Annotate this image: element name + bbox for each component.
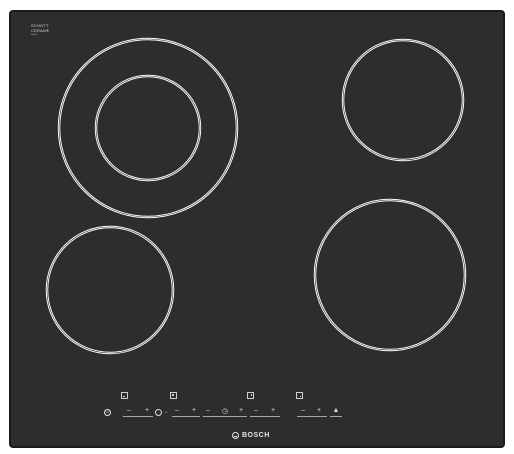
dual-zone-icon: ↔ [163, 409, 169, 415]
zone-indicator-icon [247, 392, 254, 399]
zone-3-plus-button[interactable]: + [268, 407, 278, 414]
zone-front-left-dual [57, 37, 239, 219]
brand-line-3: ▪▪▪▪▪▪ [31, 33, 38, 37]
cooktop-zones [45, 37, 467, 355]
zone-indicator-icon [170, 392, 177, 399]
slider-bar [297, 416, 327, 417]
child-lock-icon[interactable]: ▲ [331, 407, 341, 414]
bosch-logo-icon [232, 432, 239, 439]
zone-top-left-outer-ring [57, 37, 239, 219]
zone-bottom-right [313, 198, 467, 352]
timer-plus-button[interactable]: + [236, 407, 246, 414]
zone-indicator-icon [121, 392, 128, 399]
zone-top-left-inner-ring [94, 74, 202, 182]
timer-minus-button[interactable]: – [203, 407, 213, 414]
slider-bar [330, 416, 342, 417]
zone-top-right [341, 38, 465, 162]
slider-bar [172, 416, 200, 417]
zone-1-plus-button[interactable]: + [142, 407, 152, 414]
slider-bar [123, 416, 153, 417]
zone-bottom-right-ring [313, 198, 467, 352]
zone-2-minus-button[interactable]: – [172, 407, 182, 414]
timer-icon[interactable]: ◷ [220, 407, 230, 415]
zone-2-plus-button[interactable]: + [189, 407, 199, 414]
slider-bar [203, 416, 247, 417]
zone-indicator-icon [296, 392, 303, 399]
zone-4-plus-button[interactable]: + [314, 407, 324, 414]
zone-top-right-ring [341, 38, 465, 162]
schott-ceran-badge: SCHOTT CERAN® ▪▪▪▪▪▪ [31, 23, 49, 38]
bosch-logo-text: BOSCH [242, 432, 270, 439]
power-icon: ⏻ [105, 409, 110, 415]
zone-bottom-left [45, 225, 175, 355]
zone-bottom-left-ring [45, 225, 175, 355]
slider-bar [250, 416, 280, 417]
zone-1-minus-button[interactable]: – [124, 407, 134, 414]
bosch-logo: BOSCH [232, 432, 270, 439]
power-button[interactable]: ⏻ [104, 409, 111, 416]
dual-zone-button[interactable] [155, 409, 162, 416]
zone-4-minus-button[interactable]: – [298, 407, 308, 414]
zone-3-minus-button[interactable]: – [251, 407, 261, 414]
